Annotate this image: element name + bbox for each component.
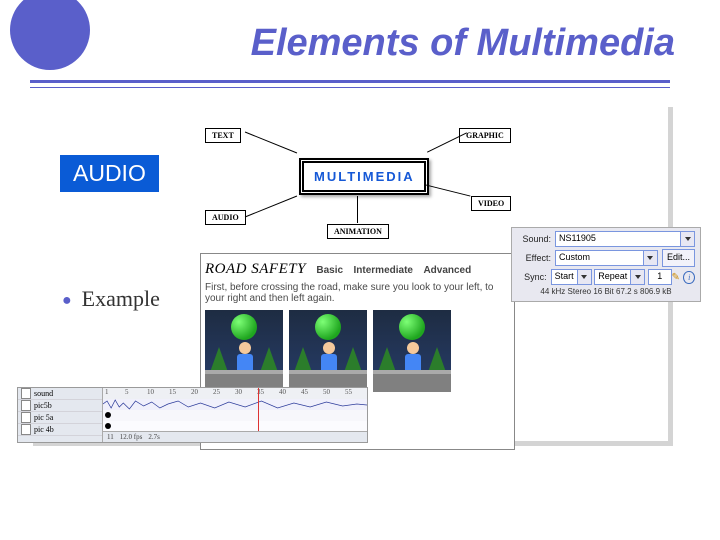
sound-properties-panel: Sound: NS11905 Effect: Custom Edit... Sy… bbox=[511, 227, 701, 302]
timeline-track-row bbox=[103, 410, 367, 421]
timeline-layer-row[interactable]: pic 5a bbox=[18, 412, 102, 424]
road-safety-level-advanced[interactable]: Advanced bbox=[423, 265, 471, 276]
sound-info-footer: 44 kHz Stereo 16 Bit 67.2 s 806.9 kB bbox=[517, 287, 695, 296]
tick: 10 bbox=[147, 388, 154, 396]
timeline-layer-row[interactable]: sound bbox=[18, 388, 102, 400]
road-safety-header: ROAD SAFETY Basic Intermediate Advanced bbox=[205, 260, 510, 278]
layer-icon bbox=[21, 400, 31, 411]
fps-value: 12.0 fps bbox=[120, 433, 143, 441]
sync-label: Sync: bbox=[517, 272, 547, 282]
sound-label: Sound: bbox=[517, 234, 551, 244]
sync-repeat-value: Repeat bbox=[594, 269, 631, 285]
diagram-node-animation: ANIMATION bbox=[327, 224, 389, 239]
diagram-center: MULTIMEDIA bbox=[299, 158, 429, 195]
diagram-node-video: VIDEO bbox=[471, 196, 511, 211]
time-value: 2.7s bbox=[148, 433, 159, 441]
diagram-connector bbox=[245, 196, 297, 218]
keyframe-icon bbox=[105, 412, 111, 418]
multimedia-diagram: MULTIMEDIA TEXT AUDIO ANIMATION GRAPHIC … bbox=[195, 128, 539, 242]
timeline-panel: sound pic5b pic 5a pic 4b 1 5 10 15 20 2… bbox=[17, 387, 368, 443]
layer-name: pic 5a bbox=[34, 413, 53, 422]
tick: 45 bbox=[301, 388, 308, 396]
waveform bbox=[103, 399, 367, 410]
road-safety-frame-3 bbox=[373, 310, 451, 392]
road-safety-level-basic[interactable]: Basic bbox=[316, 265, 343, 276]
keyframe-icon bbox=[105, 423, 111, 429]
road-safety-title: ROAD SAFETY bbox=[205, 261, 306, 277]
diagram-connector bbox=[357, 196, 358, 223]
diagram-connector bbox=[426, 184, 471, 196]
timeline-track[interactable]: 1 5 10 15 20 25 30 35 40 45 50 55 11 12. bbox=[103, 388, 367, 442]
layer-icon bbox=[21, 424, 31, 435]
layer-name: pic5b bbox=[34, 401, 52, 410]
tick: 30 bbox=[235, 388, 242, 396]
topic-badge: AUDIO bbox=[60, 155, 159, 192]
timeline-layer-row[interactable]: pic 4b bbox=[18, 424, 102, 436]
sync-repeat-select[interactable]: Repeat bbox=[594, 269, 645, 285]
sound-select-value: NS11905 bbox=[555, 231, 681, 247]
title-rule-thick bbox=[30, 80, 670, 83]
edit-button[interactable]: Edit... bbox=[662, 249, 695, 267]
effect-label: Effect: bbox=[517, 253, 551, 263]
chevron-down-icon bbox=[631, 269, 645, 285]
diagram-node-audio: AUDIO bbox=[205, 210, 246, 225]
diagram-node-graphic: GRAPHIC bbox=[459, 128, 511, 143]
tick: 20 bbox=[191, 388, 198, 396]
frame-number: 11 bbox=[107, 433, 114, 441]
sync-mode-select[interactable]: Start bbox=[551, 269, 592, 285]
tick: 5 bbox=[125, 388, 129, 396]
layer-icon bbox=[21, 412, 31, 423]
road-safety-frame-2 bbox=[289, 310, 367, 392]
road-safety-text: First, before crossing the road, make su… bbox=[205, 282, 510, 304]
chevron-down-icon bbox=[681, 231, 695, 247]
tick: 15 bbox=[169, 388, 176, 396]
info-icon[interactable]: i bbox=[683, 271, 695, 284]
chevron-down-icon bbox=[578, 269, 592, 285]
example-bullet: ●Example bbox=[62, 286, 160, 312]
layer-icon bbox=[21, 388, 31, 399]
diagram-node-text: TEXT bbox=[205, 128, 241, 143]
sound-select[interactable]: NS11905 bbox=[555, 231, 695, 247]
title-rule-thin bbox=[30, 87, 670, 88]
layer-name: pic 4b bbox=[34, 425, 54, 434]
road-safety-thumbs bbox=[205, 310, 510, 392]
example-label: Example bbox=[82, 286, 160, 311]
timeline-layers: sound pic5b pic 5a pic 4b bbox=[18, 388, 103, 442]
page-title: Elements of Multimedia bbox=[251, 22, 675, 65]
tick: 55 bbox=[345, 388, 352, 396]
sync-mode-value: Start bbox=[551, 269, 578, 285]
timeline-layer-row[interactable]: pic5b bbox=[18, 400, 102, 412]
timeline-footer: 11 12.0 fps 2.7s bbox=[103, 431, 367, 442]
effect-select[interactable]: Custom bbox=[555, 250, 658, 266]
bullet-dot-icon: ● bbox=[62, 292, 82, 309]
title-accent-circle bbox=[10, 0, 90, 70]
tick: 50 bbox=[323, 388, 330, 396]
road-safety-level-intermediate[interactable]: Intermediate bbox=[354, 265, 413, 276]
chevron-down-icon bbox=[644, 250, 658, 266]
layer-name: sound bbox=[34, 389, 53, 398]
diagram-connector bbox=[245, 132, 297, 154]
road-safety-frame-1 bbox=[205, 310, 283, 392]
tick: 25 bbox=[213, 388, 220, 396]
pencil-icon[interactable]: ✎ bbox=[672, 272, 680, 283]
sync-count-input[interactable]: 1 bbox=[648, 269, 672, 285]
tick: 1 bbox=[105, 388, 109, 396]
effect-select-value: Custom bbox=[555, 250, 644, 266]
tick: 40 bbox=[279, 388, 286, 396]
